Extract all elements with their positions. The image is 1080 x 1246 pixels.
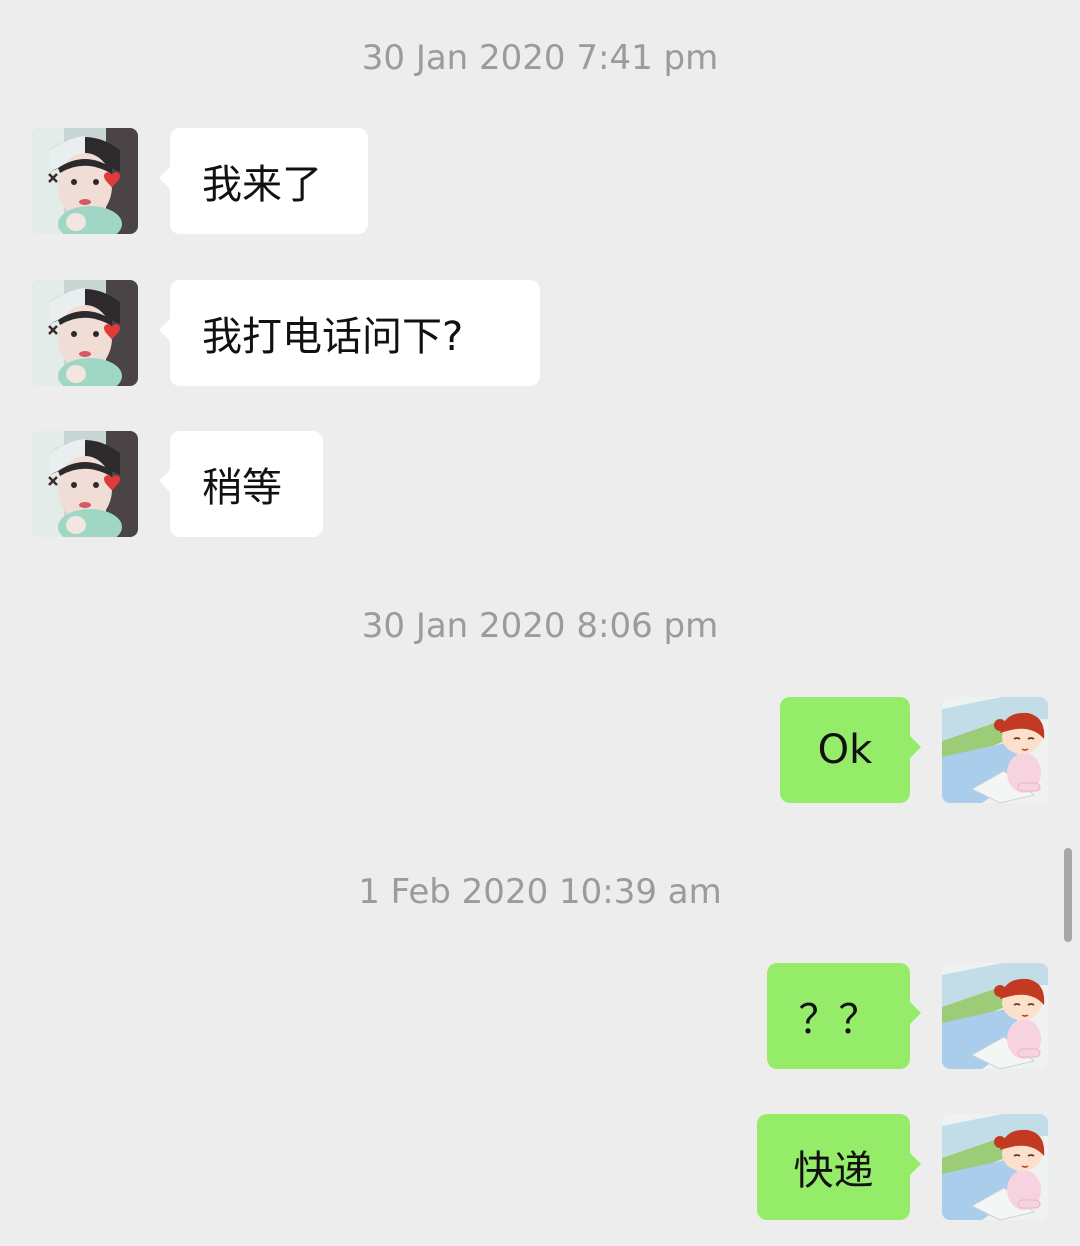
message-timestamp: 30 Jan 2020 7:41 pm: [361, 38, 719, 78]
outgoing-message-bubble[interactable]: ？？: [767, 963, 921, 1069]
outgoing-message-bubble[interactable]: Ok: [780, 697, 921, 803]
message-timestamp: 30 Jan 2020 8:06 pm: [361, 606, 719, 646]
contact-avatar-icon[interactable]: [32, 280, 138, 386]
self-avatar-icon[interactable]: [942, 697, 1048, 803]
contact-avatar-icon[interactable]: [32, 128, 138, 234]
message-text: 我来了: [202, 162, 322, 208]
message-text: ？？: [798, 997, 879, 1043]
message-text: Ok: [817, 727, 873, 773]
contact-avatar-icon[interactable]: [32, 431, 138, 537]
incoming-message-bubble[interactable]: 我来了: [159, 128, 368, 234]
outgoing-message-bubble[interactable]: 快递: [757, 1114, 921, 1220]
scrollbar[interactable]: [1064, 848, 1072, 942]
message-text: 快递: [793, 1148, 874, 1194]
self-avatar-icon[interactable]: [942, 963, 1048, 1069]
incoming-message-bubble[interactable]: 我打电话问下?: [159, 280, 540, 386]
self-avatar-icon[interactable]: [942, 1114, 1048, 1220]
message-timestamp: 1 Feb 2020 10:39 am: [358, 872, 722, 912]
message-text: 我打电话问下?: [202, 314, 464, 360]
incoming-message-bubble[interactable]: 稍等: [159, 431, 323, 537]
message-text: 稍等: [202, 465, 282, 511]
